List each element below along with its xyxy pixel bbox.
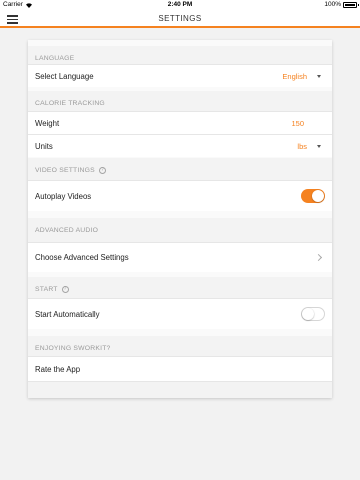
- battery-icon: [343, 1, 359, 8]
- navigation-bar: SETTINGS: [0, 10, 360, 28]
- row-label: Start Automatically: [35, 309, 100, 319]
- card-footer: [28, 381, 332, 398]
- section-header-advanced-audio: ADVANCED AUDIO: [28, 218, 332, 242]
- start-automatically-row: Start Automatically: [28, 298, 332, 329]
- battery-status: 100%: [324, 1, 359, 8]
- battery-percent: 100%: [324, 1, 341, 8]
- weight-row[interactable]: Weight 150: [28, 111, 332, 134]
- units-row[interactable]: Units lbs: [28, 134, 332, 157]
- section-header-label: START: [35, 285, 58, 293]
- units-value: lbs: [297, 141, 307, 151]
- choose-advanced-settings-row[interactable]: Choose Advanced Settings: [28, 242, 332, 272]
- section-header-label: LANGUAGE: [35, 54, 75, 62]
- start-automatically-toggle[interactable]: [301, 307, 325, 321]
- row-label: Units: [35, 141, 53, 151]
- section-header-label: ADVANCED AUDIO: [35, 226, 99, 234]
- section-header-label: ENJOYING SWORKIT?: [35, 344, 111, 352]
- status-time: 2:40 PM: [167, 1, 193, 8]
- page-title: SETTINGS: [158, 14, 202, 23]
- autoplay-toggle[interactable]: [301, 189, 325, 203]
- help-icon[interactable]: ?: [61, 285, 69, 293]
- row-label: Autoplay Videos: [35, 191, 92, 201]
- settings-card: LANGUAGE Select Language English CALORIE…: [28, 40, 332, 398]
- chevron-down-icon: [317, 144, 321, 148]
- section-header-label: VIDEO SETTINGS: [35, 166, 95, 174]
- help-icon[interactable]: ?: [98, 166, 106, 174]
- row-label: Choose Advanced Settings: [35, 253, 129, 262]
- select-language-row[interactable]: Select Language English: [28, 64, 332, 87]
- rate-the-app-row[interactable]: Rate the App: [28, 356, 332, 381]
- section-header-label: CALORIE TRACKING: [35, 99, 105, 107]
- weight-value[interactable]: 150: [291, 119, 304, 128]
- row-label: Weight: [35, 118, 60, 128]
- status-bar: Carrier 2:40 PM 100%: [0, 0, 360, 10]
- row-label: Select Language: [35, 71, 94, 81]
- autoplay-videos-row: Autoplay Videos: [28, 180, 332, 211]
- chevron-right-icon: [314, 253, 323, 262]
- section-header-video-settings: VIDEO SETTINGS ?: [28, 158, 332, 182]
- language-value: English: [282, 71, 307, 81]
- chevron-down-icon: [317, 74, 321, 78]
- row-label: Rate the App: [35, 364, 81, 374]
